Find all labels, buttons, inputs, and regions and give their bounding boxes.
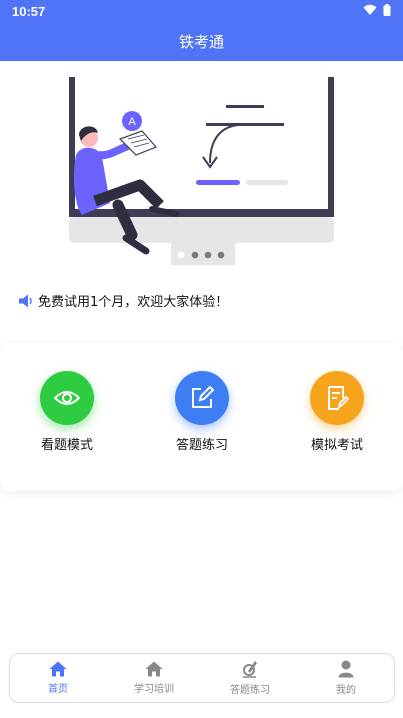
svg-text:A: A	[128, 116, 136, 128]
banner-carousel[interactable]: A	[60, 75, 340, 265]
status-icons	[363, 4, 391, 16]
feature-answer-practice[interactable]: 答题练习	[142, 371, 262, 453]
feature-label: 答题练习	[175, 438, 228, 453]
tab-home[interactable]: 首页	[10, 654, 106, 702]
tab-study-training[interactable]: 学习培训	[106, 654, 202, 702]
home-icon	[49, 661, 67, 677]
speaker-icon	[19, 294, 32, 307]
person-icon	[338, 660, 354, 678]
tab-label: 答题练习	[230, 685, 270, 696]
pen-icon	[243, 661, 257, 678]
feature-label: 模拟考试	[310, 438, 363, 453]
tab-label: 学习培训	[134, 684, 174, 695]
status-time: 10:57	[12, 4, 46, 19]
eye-icon	[40, 371, 94, 425]
tab-label: 首页	[48, 684, 68, 695]
monitor-illustration	[69, 77, 334, 265]
app-header: 10:57 铁考通	[0, 0, 403, 61]
wifi-icon	[363, 4, 377, 15]
feature-card: 看题模式 答题练习 模拟考试	[0, 343, 403, 491]
feature-view-questions[interactable]: 看题模式	[7, 371, 127, 453]
notice-text: 免费试用1个月，欢迎大家体验！	[38, 295, 229, 310]
notice-bar: 免费试用1个月，欢迎大家体验！	[18, 291, 228, 310]
feature-label: 看题模式	[40, 438, 93, 453]
tab-answer-practice[interactable]: 答题练习	[202, 654, 298, 702]
battery-icon	[383, 4, 391, 16]
exam-icon	[310, 371, 364, 425]
tab-label: 我的	[336, 685, 356, 696]
feature-mock-exam[interactable]: 模拟考试	[277, 371, 397, 453]
bottom-tab-bar: 首页 学习培训 答题练习 我的	[9, 653, 395, 703]
page-title: 铁考通	[178, 33, 224, 51]
home-icon	[145, 661, 163, 677]
edit-icon	[175, 371, 229, 425]
tab-mine[interactable]: 我的	[298, 654, 394, 702]
